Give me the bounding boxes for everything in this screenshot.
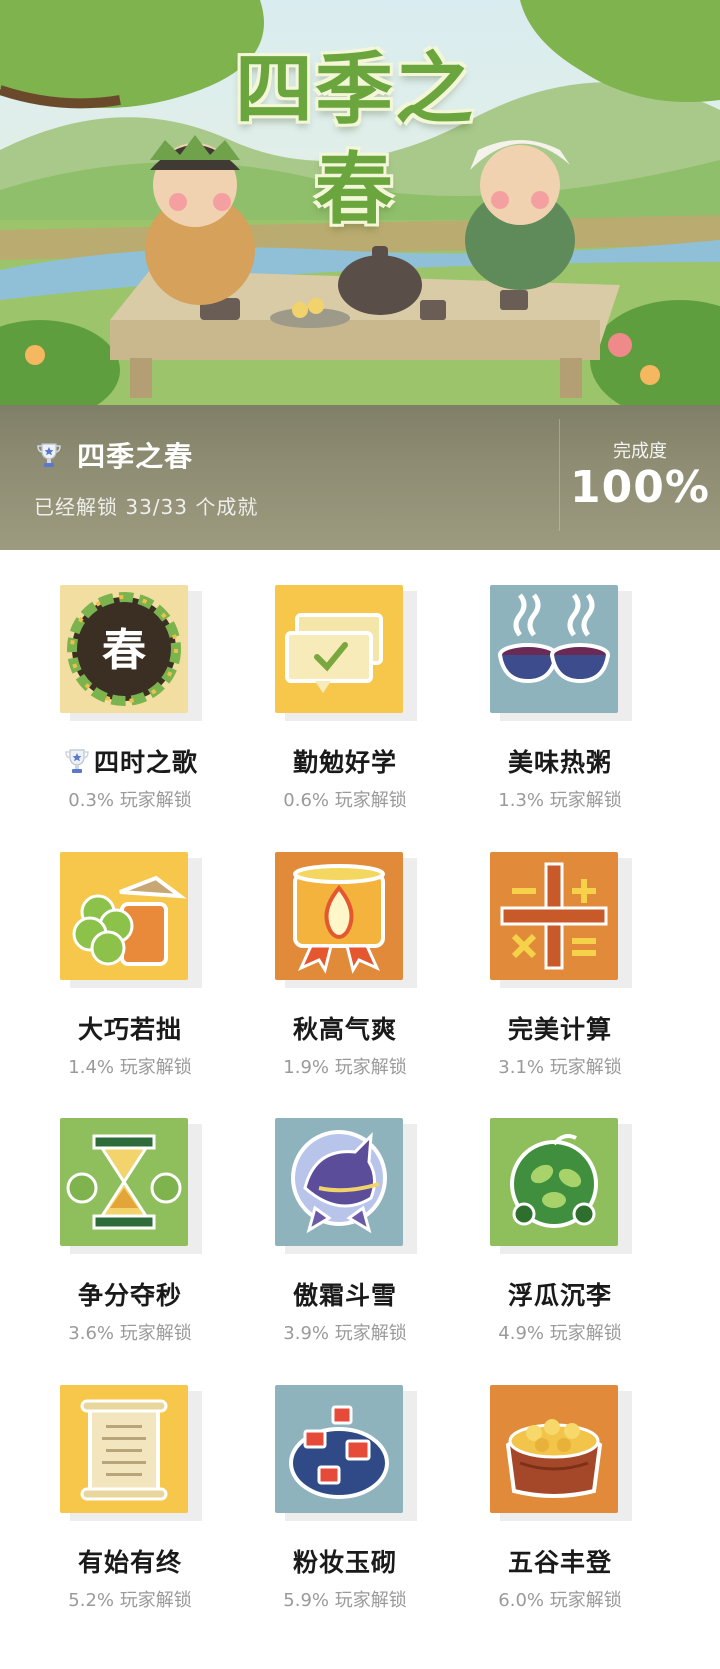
badge-frame [490, 852, 632, 992]
achievement-card[interactable]: 粉妆玉砌 5.9% 玩家解锁 [235, 1350, 455, 1630]
achievement-name: 有始有终 [20, 1543, 240, 1579]
flame-drum-icon [275, 852, 403, 980]
achievement-name-text: 勤勉好学 [292, 748, 397, 777]
achievement-name-text: 大巧若拙 [77, 1015, 182, 1044]
achievement-name: 勤勉好学 [235, 743, 455, 779]
achievement-name-text: 争分夺秒 [77, 1281, 182, 1310]
achievement-name: 粉妆玉砌 [235, 1543, 455, 1579]
achievement-card[interactable]: 争分夺秒 3.6% 玩家解锁 [20, 1083, 240, 1363]
achievement-name-text: 有始有终 [77, 1548, 182, 1577]
checkmark-bubble-icon [275, 585, 403, 713]
badge-frame [490, 1385, 632, 1525]
achievement-unlock-rate: 0.3% 玩家解锁 [68, 790, 192, 811]
achievement-name: 秋高气爽 [235, 1010, 455, 1046]
achievement-name-text: 秋高气爽 [292, 1015, 397, 1044]
achievement-name-text: 完美计算 [507, 1015, 612, 1044]
achievement-card[interactable]: 傲霜斗雪 3.9% 玩家解锁 [235, 1083, 455, 1363]
achievement-name: 傲霜斗雪 [235, 1276, 455, 1312]
achievement-unlock-rate: 0.6% 玩家解锁 [283, 790, 407, 811]
badge-frame [490, 1118, 632, 1258]
achievement-unlock-rate: 5.9% 玩家解锁 [283, 1590, 407, 1611]
achievement-unlock-rate: 1.9% 玩家解锁 [283, 1057, 407, 1078]
svg-text:春: 春 [102, 625, 146, 676]
badge-frame [60, 1385, 202, 1525]
achievement-name: 浮瓜沉李 [450, 1276, 670, 1312]
achievement-card[interactable]: 春四时之歌 0.3% 玩家解锁 [20, 550, 240, 830]
achievement-name: 五谷丰登 [450, 1543, 670, 1579]
achievement-card[interactable]: 五谷丰登 6.0% 玩家解锁 [450, 1350, 670, 1630]
harvest-basket-icon [490, 1385, 618, 1513]
achievement-unlock-rate: 3.9% 玩家解锁 [283, 1323, 407, 1344]
monster-orb-icon [275, 1118, 403, 1246]
achievement-name: 四时之歌 [20, 743, 240, 779]
hero-title-logo: 四季之春 [234, 44, 475, 235]
lantern-bush-icon [275, 1385, 403, 1513]
achievement-card[interactable]: 勤勉好学 0.6% 玩家解锁 [235, 550, 455, 830]
achievement-name: 大巧若拙 [20, 1010, 240, 1046]
trophy-icon [34, 440, 64, 470]
math-symbols-icon [490, 852, 618, 980]
achievement-name-text: 四时之歌 [93, 748, 198, 777]
scroll-icon [60, 1385, 188, 1513]
badge-frame: 春 [60, 585, 202, 725]
hot-porridge-icon [490, 585, 618, 713]
achievement-card[interactable]: 有始有终 5.2% 玩家解锁 [20, 1350, 240, 1630]
clover-hat-icon [60, 852, 188, 980]
summary-panel: 四季之春 已经解锁 33/33 个成就 完成度 100% [0, 405, 720, 550]
achievement-name-text: 粉妆玉砌 [292, 1548, 397, 1577]
badge-frame [275, 1118, 417, 1258]
achievement-name-text: 五谷丰登 [507, 1548, 612, 1577]
badge-frame [275, 1385, 417, 1525]
badge-frame [490, 585, 632, 725]
achievement-card[interactable]: 完美计算 3.1% 玩家解锁 [450, 817, 670, 1097]
completion-box: 完成度 100% [560, 437, 720, 513]
badge-frame [275, 585, 417, 725]
game-title: 四季之春 [77, 440, 194, 473]
badge-frame [60, 1118, 202, 1258]
completion-value: 100% [570, 462, 710, 513]
completion-label: 完成度 [613, 441, 667, 462]
achievement-name: 争分夺秒 [20, 1276, 240, 1312]
hero-banner: 四季之春 四季之春 已经解锁 33/33 个成就 完成度 100% [0, 0, 720, 550]
achievement-unlock-rate: 6.0% 玩家解锁 [498, 1590, 622, 1611]
achievement-name: 美味热粥 [450, 743, 670, 779]
achievement-name-text: 美味热粥 [507, 748, 612, 777]
spring-wreath-icon: 春 [60, 585, 188, 713]
achievement-name-text: 浮瓜沉李 [507, 1281, 612, 1310]
achievement-name-text: 傲霜斗雪 [292, 1281, 397, 1310]
achievement-card[interactable]: 浮瓜沉李 4.9% 玩家解锁 [450, 1083, 670, 1363]
unlock-progress-text: 已经解锁 33/33 个成就 [34, 495, 259, 519]
hourglass-icon [60, 1118, 188, 1246]
achievement-unlock-rate: 1.4% 玩家解锁 [68, 1057, 192, 1078]
badge-frame [60, 852, 202, 992]
summary-left: 四季之春 已经解锁 33/33 个成就 [34, 435, 258, 520]
achievement-card[interactable]: 美味热粥 1.3% 玩家解锁 [450, 550, 670, 830]
achievement-unlock-rate: 1.3% 玩家解锁 [498, 790, 622, 811]
leafy-bush-icon [490, 1118, 618, 1246]
achievement-unlock-rate: 5.2% 玩家解锁 [68, 1590, 192, 1611]
achievement-unlock-rate: 3.1% 玩家解锁 [498, 1057, 622, 1078]
achievement-card[interactable]: 大巧若拙 1.4% 玩家解锁 [20, 817, 240, 1097]
achievement-unlock-rate: 3.6% 玩家解锁 [68, 1323, 192, 1344]
achievement-card[interactable]: 秋高气爽 1.9% 玩家解锁 [235, 817, 455, 1097]
trophy-icon [62, 747, 92, 775]
achievement-name: 完美计算 [450, 1010, 670, 1046]
badge-frame [275, 852, 417, 992]
achievement-unlock-rate: 4.9% 玩家解锁 [498, 1323, 622, 1344]
